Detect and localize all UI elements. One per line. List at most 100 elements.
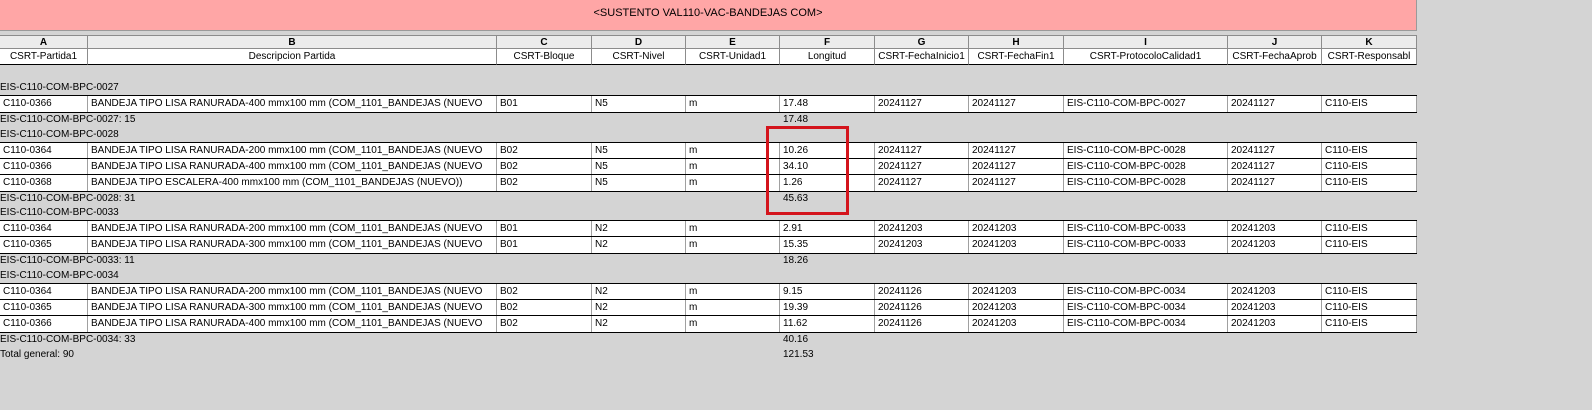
cell-bloque[interactable]: B02 <box>497 316 592 332</box>
column-letter-k[interactable]: K <box>1322 35 1417 49</box>
header-bloque[interactable]: CSRT-Bloque <box>497 49 592 65</box>
cell-protocolo-calidad[interactable]: EIS-C110-COM-BPC-0033 <box>1064 221 1228 237</box>
cell-nivel[interactable]: N5 <box>592 143 686 159</box>
cell-fecha-aprob[interactable]: 20241203 <box>1228 316 1322 332</box>
group-label[interactable]: EIS-C110-COM-BPC-0028 <box>0 127 119 143</box>
cell-bloque[interactable]: B01 <box>497 221 592 237</box>
header-unidad[interactable]: CSRT-Unidad1 <box>686 49 780 65</box>
grand-total-label[interactable]: Total general: 90 <box>0 347 74 363</box>
cell-nivel[interactable]: N2 <box>592 300 686 316</box>
cell-fecha-aprob[interactable]: 20241127 <box>1228 143 1322 159</box>
cell-descripcion[interactable]: BANDEJA TIPO LISA RANURADA-200 mmx100 mm… <box>88 284 497 300</box>
header-fecha-inicio[interactable]: CSRT-FechaInicio1 <box>875 49 969 65</box>
cell-fecha-aprob[interactable]: 20241203 <box>1228 221 1322 237</box>
cell-fecha-aprob[interactable]: 20241203 <box>1228 237 1322 253</box>
table-row[interactable]: C110-0366 BANDEJA TIPO LISA RANURADA-400 … <box>0 315 1417 333</box>
cell-protocolo-calidad[interactable]: EIS-C110-COM-BPC-0034 <box>1064 300 1228 316</box>
group-label[interactable]: EIS-C110-COM-BPC-0027 <box>0 80 119 96</box>
group-subtotal-label[interactable]: EIS-C110-COM-BPC-0034: 33 <box>0 332 135 348</box>
cell-bloque[interactable]: B02 <box>497 175 592 191</box>
cell-fecha-inicio[interactable]: 20241203 <box>875 237 969 253</box>
cell-descripcion[interactable]: BANDEJA TIPO LISA RANURADA-400 mmx100 mm… <box>88 96 497 112</box>
cell-nivel[interactable]: N2 <box>592 284 686 300</box>
cell-partida[interactable]: C110-0364 <box>0 221 88 237</box>
column-letter-e[interactable]: E <box>686 35 780 49</box>
header-partida[interactable]: CSRT-Partida1 <box>0 49 88 65</box>
column-letter-f[interactable]: F <box>780 35 875 49</box>
cell-partida[interactable]: C110-0366 <box>0 96 88 112</box>
cell-partida[interactable]: C110-0366 <box>0 159 88 175</box>
cell-bloque[interactable]: B02 <box>497 143 592 159</box>
cell-bloque[interactable]: B02 <box>497 300 592 316</box>
cell-responsable[interactable]: C110-EIS <box>1322 96 1417 112</box>
cell-nivel[interactable]: N2 <box>592 221 686 237</box>
cell-fecha-inicio[interactable]: 20241127 <box>875 159 969 175</box>
cell-bloque[interactable]: B01 <box>497 237 592 253</box>
cell-unidad[interactable]: m <box>686 300 780 316</box>
cell-partida[interactable]: C110-0365 <box>0 237 88 253</box>
table-row[interactable]: C110-0364 BANDEJA TIPO LISA RANURADA-200 … <box>0 142 1417 159</box>
table-row[interactable]: C110-0366 BANDEJA TIPO LISA RANURADA-400 … <box>0 158 1417 175</box>
cell-responsable[interactable]: C110-EIS <box>1322 237 1417 253</box>
cell-longitud[interactable]: 11.62 <box>780 316 875 332</box>
cell-responsable[interactable]: C110-EIS <box>1322 143 1417 159</box>
cell-descripcion[interactable]: BANDEJA TIPO LISA RANURADA-200 mmx100 mm… <box>88 221 497 237</box>
header-nivel[interactable]: CSRT-Nivel <box>592 49 686 65</box>
header-responsable[interactable]: CSRT-Responsabl <box>1322 49 1417 65</box>
cell-responsable[interactable]: C110-EIS <box>1322 221 1417 237</box>
cell-nivel[interactable]: N2 <box>592 237 686 253</box>
table-row[interactable]: C110-0364 BANDEJA TIPO LISA RANURADA-200 … <box>0 220 1417 237</box>
cell-partida[interactable]: C110-0365 <box>0 300 88 316</box>
cell-partida[interactable]: C110-0364 <box>0 143 88 159</box>
cell-responsable[interactable]: C110-EIS <box>1322 175 1417 191</box>
cell-fecha-inicio[interactable]: 20241127 <box>875 96 969 112</box>
cell-fecha-aprob[interactable]: 20241203 <box>1228 284 1322 300</box>
cell-fecha-inicio[interactable]: 20241127 <box>875 175 969 191</box>
cell-fecha-fin[interactable]: 20241203 <box>969 316 1064 332</box>
group-label[interactable]: EIS-C110-COM-BPC-0034 <box>0 268 119 284</box>
cell-descripcion[interactable]: BANDEJA TIPO LISA RANURADA-400 mmx100 mm… <box>88 159 497 175</box>
header-longitud[interactable]: Longitud <box>780 49 875 65</box>
grand-total-longitud[interactable]: 121.53 <box>783 347 814 363</box>
table-row[interactable]: C110-0364 BANDEJA TIPO LISA RANURADA-200 … <box>0 283 1417 300</box>
group-subtotal-label[interactable]: EIS-C110-COM-BPC-0033: 11 <box>0 253 135 269</box>
cell-fecha-inicio[interactable]: 20241126 <box>875 316 969 332</box>
cell-fecha-inicio[interactable]: 20241126 <box>875 300 969 316</box>
cell-responsable[interactable]: C110-EIS <box>1322 159 1417 175</box>
cell-fecha-aprob[interactable]: 20241127 <box>1228 175 1322 191</box>
column-letter-b[interactable]: B <box>88 35 497 49</box>
cell-fecha-fin[interactable]: 20241127 <box>969 96 1064 112</box>
cell-responsable[interactable]: C110-EIS <box>1322 284 1417 300</box>
cell-fecha-inicio[interactable]: 20241126 <box>875 284 969 300</box>
group-label[interactable]: EIS-C110-COM-BPC-0033 <box>0 205 119 221</box>
header-descripcion[interactable]: Descripcion Partida <box>88 49 497 65</box>
header-protocolo-calidad[interactable]: CSRT-ProtocoloCalidad1 <box>1064 49 1228 65</box>
cell-nivel[interactable]: N5 <box>592 175 686 191</box>
cell-longitud[interactable]: 9.15 <box>780 284 875 300</box>
column-letter-d[interactable]: D <box>592 35 686 49</box>
cell-protocolo-calidad[interactable]: EIS-C110-COM-BPC-0034 <box>1064 284 1228 300</box>
cell-responsable[interactable]: C110-EIS <box>1322 300 1417 316</box>
cell-fecha-inicio[interactable]: 20241203 <box>875 221 969 237</box>
cell-unidad[interactable]: m <box>686 221 780 237</box>
cell-partida[interactable]: C110-0364 <box>0 284 88 300</box>
cell-bloque[interactable]: B01 <box>497 96 592 112</box>
cell-fecha-fin[interactable]: 20241127 <box>969 143 1064 159</box>
cell-bloque[interactable]: B02 <box>497 159 592 175</box>
column-letter-a[interactable]: A <box>0 35 88 49</box>
cell-nivel[interactable]: N5 <box>592 96 686 112</box>
cell-nivel[interactable]: N5 <box>592 159 686 175</box>
cell-fecha-inicio[interactable]: 20241127 <box>875 143 969 159</box>
cell-partida[interactable]: C110-0366 <box>0 316 88 332</box>
table-row[interactable]: C110-0366 BANDEJA TIPO LISA RANURADA-400 … <box>0 95 1417 113</box>
cell-descripcion[interactable]: BANDEJA TIPO LISA RANURADA-200 mmx100 mm… <box>88 143 497 159</box>
group-subtotal-longitud[interactable]: 18.26 <box>783 253 808 269</box>
group-subtotal-label[interactable]: EIS-C110-COM-BPC-0027: 15 <box>0 112 135 128</box>
column-letter-g[interactable]: G <box>875 35 969 49</box>
cell-responsable[interactable]: C110-EIS <box>1322 316 1417 332</box>
cell-fecha-fin[interactable]: 20241203 <box>969 221 1064 237</box>
table-row[interactable]: C110-0365 BANDEJA TIPO LISA RANURADA-300 … <box>0 236 1417 254</box>
cell-protocolo-calidad[interactable]: EIS-C110-COM-BPC-0027 <box>1064 96 1228 112</box>
cell-fecha-fin[interactable]: 20241127 <box>969 159 1064 175</box>
cell-unidad[interactable]: m <box>686 284 780 300</box>
